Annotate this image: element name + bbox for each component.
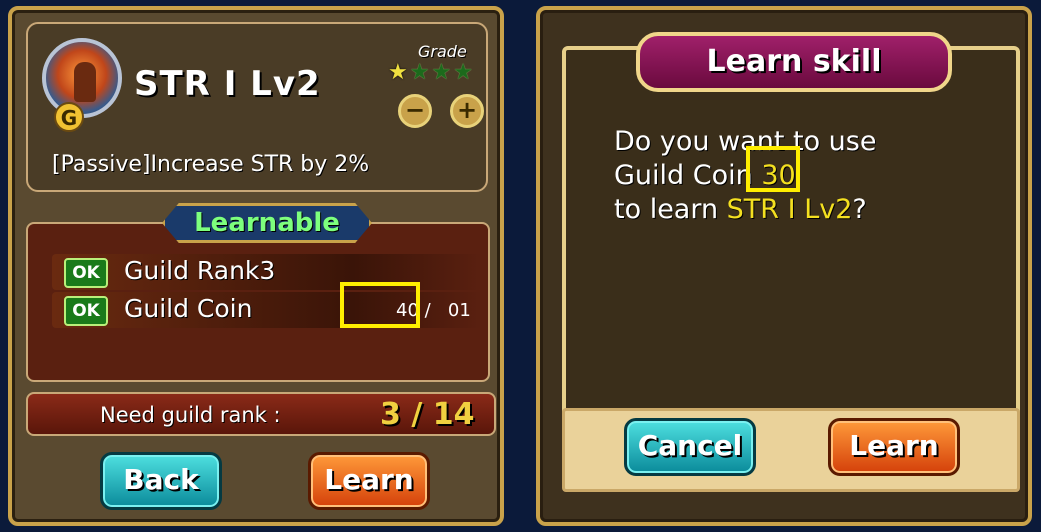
skill-title: STR I Lv2 [134, 64, 321, 104]
skill-panel: G STR I Lv2 Grade ★★★★ − + [Passive]Incr… [8, 6, 504, 526]
skill-header-card: G STR I Lv2 Grade ★★★★ − + [Passive]Incr… [26, 22, 488, 192]
grade-g-badge: G [54, 102, 84, 132]
grade-stars: ★★★★ [388, 60, 475, 85]
rank-label: Need guild rank : [100, 403, 281, 427]
requirement-label: Guild Rank3 [124, 256, 276, 285]
dialog-title: Learn skill [636, 32, 952, 92]
requirements-box: OK Guild Rank3 OK Guild Coin 40 / 01 [26, 222, 490, 382]
ok-badge: OK [64, 296, 108, 326]
star-empty-icon: ★ [453, 60, 475, 85]
skill-description: [Passive]Increase STR by 2% [52, 152, 370, 177]
ok-badge: OK [64, 258, 108, 288]
grade-label: Grade [418, 42, 467, 61]
cancel-button[interactable]: Cancel [624, 418, 756, 476]
warrior-figure [74, 62, 96, 102]
back-button[interactable]: Back [100, 452, 222, 510]
star-filled-icon: ★ [388, 60, 410, 85]
coin-highlight-box [340, 282, 420, 328]
guild-rank-bar: Need guild rank : 3 / 14 [26, 392, 496, 436]
rank-value: 3 / 14 [380, 397, 475, 432]
requirement-label: Guild Coin [124, 294, 253, 323]
learnable-header: Learnable [162, 203, 372, 243]
dialog-line-3: to learn STR I Lv2? [614, 194, 867, 225]
star-empty-icon: ★ [431, 60, 454, 85]
fire-warrior-icon: G [42, 38, 122, 132]
grade-plus-button[interactable]: + [450, 94, 484, 128]
learn-button[interactable]: Learn [308, 452, 430, 510]
cost-highlight-box [746, 146, 800, 192]
grade-minus-button[interactable]: − [398, 94, 432, 128]
dialog-skill-name: STR I Lv2 [726, 194, 853, 225]
star-empty-icon: ★ [409, 60, 432, 85]
dialog-learn-button[interactable]: Learn [828, 418, 960, 476]
skill-panel-with-dialog: Do you want to use Guild Coin 30 to lear… [536, 6, 1032, 526]
